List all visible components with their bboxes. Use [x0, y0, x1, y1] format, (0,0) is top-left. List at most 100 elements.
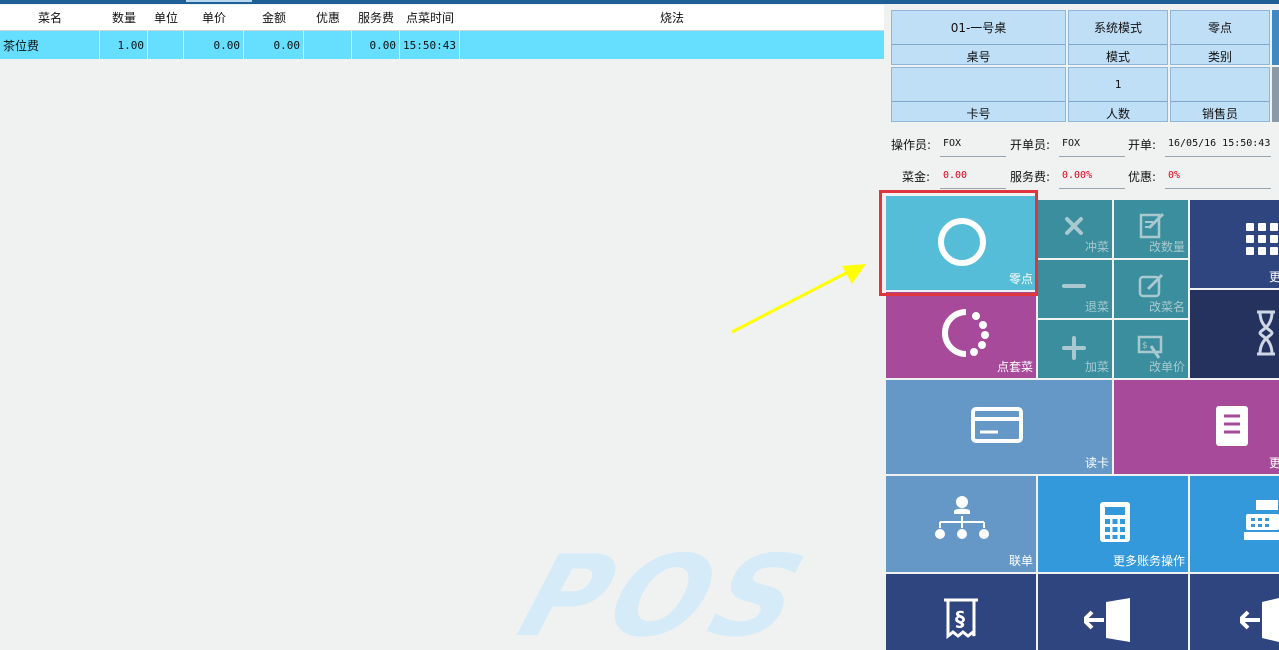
- header-discount: 优惠: [315, 11, 340, 25]
- salesperson-value: [1171, 68, 1269, 102]
- return-dish-button[interactable]: 退菜: [1038, 260, 1112, 318]
- food-amount-value: 0.00: [943, 170, 968, 181]
- join-bill-label: 联单: [1008, 554, 1033, 568]
- card-number-label: 卡号: [966, 106, 991, 121]
- guests-cell[interactable]: 1 人数: [1068, 67, 1168, 122]
- change-price-button[interactable]: $ 改单价: [1114, 320, 1188, 378]
- circle-icon: [936, 216, 988, 268]
- opener-underline: [1059, 156, 1125, 157]
- salesperson-cell[interactable]: 销售员: [1170, 67, 1270, 122]
- rename-dish-label: 改菜名: [1148, 300, 1185, 314]
- exit-door-icon: [1084, 598, 1138, 642]
- more-documents-label: 更: [1268, 456, 1279, 470]
- header-quantity: 数量: [111, 11, 136, 25]
- dotted-ring-icon: [936, 306, 992, 362]
- cancel-dish-button[interactable]: 冲菜: [1038, 200, 1112, 258]
- a-la-carte-label: 零点: [1008, 272, 1033, 286]
- category-value: 零点: [1171, 11, 1269, 45]
- svg-text:§: §: [955, 607, 965, 631]
- guests-value: 1: [1069, 68, 1167, 102]
- a-la-carte-button[interactable]: 零点: [886, 196, 1036, 290]
- x-icon: [1060, 212, 1088, 240]
- scroll-edge: [1272, 10, 1279, 65]
- header-amount: 金额: [261, 11, 286, 25]
- row-quantity: 1.00: [100, 31, 148, 59]
- read-card-label: 读卡: [1084, 456, 1109, 470]
- row-unit: [148, 31, 184, 59]
- pending-button[interactable]: [1190, 290, 1279, 378]
- mode-cell: 系统模式 模式: [1068, 10, 1168, 65]
- row-dish-name: 茶位费: [0, 31, 100, 59]
- change-price-label: 改单价: [1148, 360, 1185, 374]
- discount-underline: [1165, 188, 1271, 189]
- staff-info-line: 操作员: FOX 开单员: FOX 开单: 16/05/16 15:50:43: [891, 136, 1279, 156]
- table-number-value: 01-一号桌: [892, 11, 1065, 45]
- header-dish-name: 菜名: [37, 11, 62, 25]
- more-account-operations-button[interactable]: 更多账务操作: [1038, 476, 1188, 572]
- more-functions-button[interactable]: 更: [1190, 200, 1279, 288]
- discount-value: 0%: [1168, 170, 1181, 181]
- salesperson-label: 销售员: [1201, 106, 1238, 121]
- cash-register-icon: [1242, 498, 1279, 542]
- food-amount-label: 菜金:: [902, 170, 931, 184]
- table-row[interactable]: 茶位费 1.00 0.00 0.00 0.00 15:50:43: [0, 31, 884, 59]
- row-service-fee: 0.00: [352, 31, 400, 59]
- receipt-icon: §: [936, 596, 986, 642]
- edit-icon: [1137, 272, 1165, 300]
- operator-value: FOX: [943, 138, 962, 149]
- service-fee-underline: [1059, 188, 1125, 189]
- read-card-button[interactable]: 读卡: [886, 380, 1112, 474]
- table-number-label: 桌号: [966, 49, 991, 64]
- header-service-fee: 服务费: [357, 11, 394, 25]
- row-discount: [304, 31, 352, 59]
- header-cooking-method: 烧法: [659, 11, 684, 25]
- grid-icon: [1244, 220, 1278, 260]
- active-tab-marker: [186, 0, 252, 2]
- more-documents-button[interactable]: 更: [1114, 380, 1279, 474]
- amount-info-line: 菜金: 0.00 服务费: 0.00% 优惠: 0%: [891, 168, 1279, 188]
- opener-label: 开单员:: [1010, 138, 1051, 152]
- change-quantity-label: 改数量: [1148, 240, 1185, 254]
- scroll-edge-2: [1272, 67, 1279, 122]
- row-order-time: 15:50:43: [400, 31, 460, 59]
- price-tag-icon: $: [1137, 332, 1165, 360]
- return-dish-label: 退菜: [1084, 300, 1109, 314]
- exit-secondary-button[interactable]: [1190, 574, 1279, 650]
- opener-value: FOX: [1062, 138, 1081, 149]
- set-meal-label: 点套菜: [996, 360, 1033, 374]
- window-top-bar: [0, 0, 1279, 4]
- card-icon: [970, 404, 1024, 444]
- guests-label: 人数: [1105, 106, 1130, 121]
- operator-underline: [940, 156, 1006, 157]
- change-quantity-button[interactable]: 改数量: [1114, 200, 1188, 258]
- open-time-value: 16/05/16 15:50:43: [1168, 138, 1271, 149]
- add-dish-label: 加菜: [1084, 360, 1109, 374]
- set-meal-button[interactable]: 点套菜: [886, 292, 1036, 378]
- bill-button[interactable]: §: [886, 574, 1036, 650]
- exit-button[interactable]: [1038, 574, 1188, 650]
- minus-icon: [1060, 272, 1088, 300]
- calculator-icon: [1098, 500, 1132, 544]
- add-dish-button[interactable]: 加菜: [1038, 320, 1112, 378]
- row-amount: 0.00: [244, 31, 304, 59]
- service-fee-value: 0.00%: [1062, 170, 1093, 181]
- row-cooking-method: [460, 31, 884, 59]
- row-unit-price: 0.00: [184, 31, 244, 59]
- join-bill-button[interactable]: 联单: [886, 476, 1036, 572]
- cash-register-button[interactable]: [1190, 476, 1279, 572]
- order-table-header: 菜名 数量 单位 单价 金额 优惠 服务费 点菜时间 烧法: [0, 5, 884, 31]
- table-number-cell: 01-一号桌 桌号: [891, 10, 1066, 65]
- header-unit-price: 单价: [201, 11, 226, 25]
- hourglass-icon: [1254, 308, 1278, 358]
- open-time-underline: [1165, 156, 1271, 157]
- annotation-arrow-icon: [731, 264, 866, 334]
- card-number-cell[interactable]: 卡号: [891, 67, 1066, 122]
- pos-watermark: POS: [505, 532, 824, 650]
- more-account-operations-label: 更多账务操作: [1112, 554, 1185, 568]
- card-number-value: [892, 68, 1065, 102]
- hierarchy-icon: [932, 494, 992, 544]
- rename-dish-button[interactable]: 改菜名: [1114, 260, 1188, 318]
- plus-icon: [1060, 334, 1088, 362]
- svg-text:$: $: [1142, 341, 1148, 351]
- service-fee-label: 服务费:: [1010, 170, 1051, 184]
